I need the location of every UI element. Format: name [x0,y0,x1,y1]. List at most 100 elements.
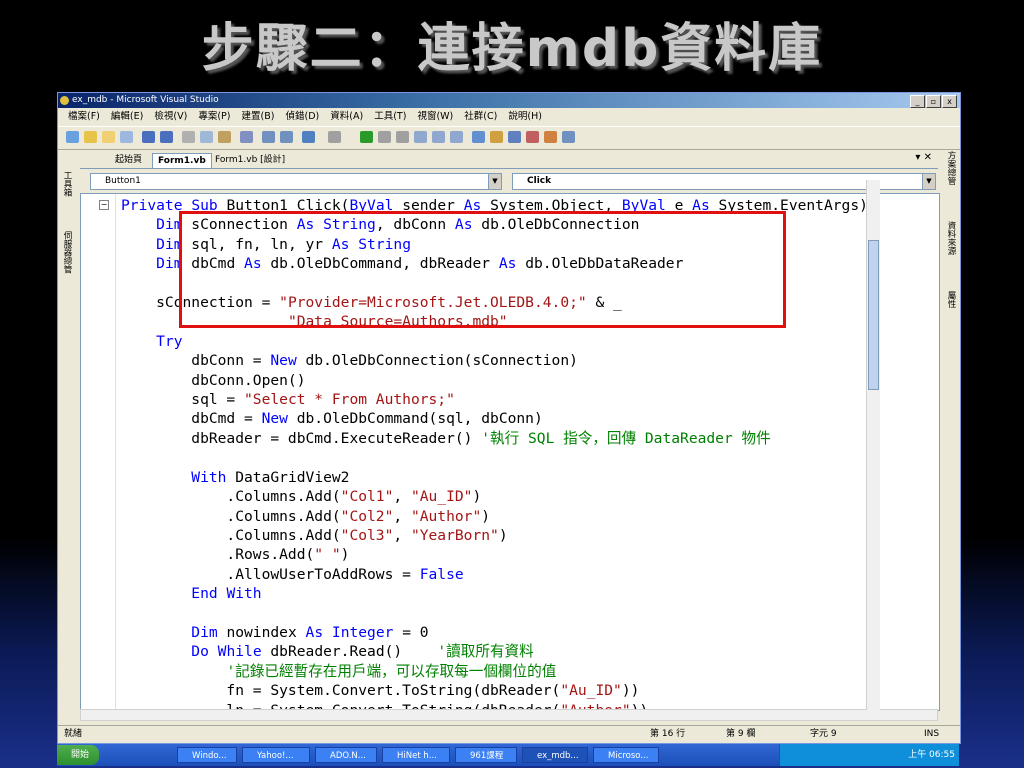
properties-icon[interactable] [490,131,503,143]
task-hinet[interactable]: HiNet h... [382,747,450,763]
visual-studio-icon [60,96,69,105]
open-folder-icon[interactable] [102,131,115,143]
command-window-icon[interactable] [562,131,575,143]
clock: 上午 06:55 [908,750,955,760]
code-line[interactable]: dbConn.Open() [121,372,305,389]
find-icon[interactable] [240,131,253,143]
save-all-icon[interactable] [160,131,173,143]
solution-explorer-tab[interactable]: 方案總管 [945,151,957,185]
visual-studio-window: ex_mdb - Microsoft Visual Studio _ ▫ x 檔… [57,92,961,744]
pause-icon[interactable] [378,131,391,143]
code-line[interactable]: dbCmd = New db.OleDbCommand(sql, dbConn) [121,410,542,427]
member-combos: Button1 ▼ Click ▼ [80,171,938,191]
status-ready: 就緒 [64,729,83,739]
start-button[interactable]: 開始 [57,745,99,765]
uncomment-icon[interactable] [280,131,293,143]
scroll-thumb[interactable] [868,240,879,390]
vertical-scrollbar[interactable] [866,180,880,710]
object-browser-icon[interactable] [508,131,521,143]
menu-file[interactable]: 檔案(F) [68,108,100,125]
tab-start-page[interactable]: 起始頁 [110,153,147,167]
code-line[interactable]: dbConn = New db.OleDbConnection(sConnect… [121,352,578,369]
code-line[interactable]: Do While dbReader.Read() '讀取所有資料 [121,643,533,660]
code-line[interactable]: With DataGridView2 [121,469,349,486]
status-mode: INS [924,729,940,739]
code-line[interactable]: fn = System.Convert.ToString(dbReader("A… [121,682,639,699]
step-over-icon[interactable] [432,131,445,143]
menu-tools[interactable]: 工具(T) [374,108,406,125]
code-line[interactable]: .Columns.Add("Col2", "Author") [121,508,490,525]
code-line[interactable]: Try [121,333,182,350]
server-explorer-tab[interactable]: 伺服器總管 [61,231,73,274]
cut-icon[interactable] [182,131,195,143]
collapse-icon[interactable]: − [99,200,109,210]
code-line[interactable]: .Columns.Add("Col1", "Au_ID") [121,488,481,505]
copy-icon[interactable] [200,131,213,143]
menu-project[interactable]: 專案(P) [198,108,230,125]
window-titlebar[interactable]: ex_mdb - Microsoft Visual Studio _ ▫ x [58,93,960,108]
redo-icon[interactable] [328,131,341,143]
solution-explorer-icon[interactable] [472,131,485,143]
code-line[interactable]: dbReader = dbCmd.ExecuteReader() '執行 SQL… [121,430,770,447]
task-yahoo[interactable]: Yahoo!... [242,747,310,763]
menu-window[interactable]: 視窗(W) [417,108,453,125]
taskbar: 開始 Windo... Yahoo!... ADO.N... HiNet h..… [57,744,959,766]
save-icon[interactable] [142,131,155,143]
minimize-button[interactable]: _ [910,95,925,108]
toolbox-icon[interactable] [526,131,539,143]
menu-view[interactable]: 檢視(V) [154,108,187,125]
step-into-icon[interactable] [414,131,427,143]
menu-bar: 檔案(F) 編輯(E) 檢視(V) 專案(P) 建置(B) 偵錯(D) 資料(A… [58,108,960,125]
data-sources-tab[interactable]: 資料來源 [945,221,957,255]
code-line[interactable]: End With [121,585,261,602]
tab-form1-code[interactable]: Form1.vb [152,153,212,168]
menu-edit[interactable]: 編輯(E) [111,108,143,125]
slide-title: 步驟二：連接mdb資料庫 [201,19,823,79]
step-out-icon[interactable] [450,131,463,143]
maximize-button[interactable]: ▫ [926,95,941,108]
code-line[interactable]: .AllowUserToAddRows = False [121,566,463,583]
code-line[interactable]: .Rows.Add(" ") [121,546,349,563]
chevron-down-icon[interactable]: ▼ [488,174,501,189]
status-bar: 就緒 第 16 行 第 9 欄 字元 9 INS [58,725,960,742]
start-page-icon[interactable] [544,131,557,143]
menu-build[interactable]: 建置(B) [242,108,275,125]
menu-data[interactable]: 資料(A) [330,108,363,125]
add-item-icon[interactable] [84,131,97,143]
event-combo-value: Click [527,176,552,186]
window-title: ex_mdb - Microsoft Visual Studio [72,95,219,105]
code-line[interactable]: '記錄已經暫存在用戶端，可以存取每一個欄位的值 [121,663,556,680]
add-icon[interactable] [120,131,133,143]
toolbox-tab[interactable]: 工具箱 [61,171,73,197]
tab-controls[interactable]: ▾ ✕ [915,152,932,163]
editor-gutter: − [81,194,116,710]
close-button[interactable]: x [942,95,957,108]
left-dock: 工具箱 伺服器總管 [58,151,76,711]
horizontal-scrollbar[interactable] [80,709,938,721]
right-dock: 方案總管 資料來源 屬性 [942,151,960,711]
undo-icon[interactable] [302,131,315,143]
menu-debug[interactable]: 偵錯(D) [285,108,319,125]
start-debug-icon[interactable] [360,131,373,143]
status-column: 第 9 欄 [726,729,756,739]
chevron-down-icon[interactable]: ▼ [922,174,935,189]
code-line[interactable]: .Columns.Add("Col3", "YearBorn") [121,527,507,544]
task-course[interactable]: 961課程 [455,747,517,763]
properties-tab[interactable]: 屬性 [945,291,957,308]
stop-icon[interactable] [396,131,409,143]
task-microsoft[interactable]: Microso... [593,747,659,763]
menu-help[interactable]: 說明(H) [508,108,542,125]
comment-icon[interactable] [262,131,275,143]
paste-icon[interactable] [218,131,231,143]
code-line[interactable]: Dim nowindex As Integer = 0 [121,624,428,641]
object-combo-value: Button1 [105,176,141,186]
object-combo[interactable]: Button1 ▼ [90,173,502,190]
task-window[interactable]: Windo... [177,747,237,763]
task-ado[interactable]: ADO.N... [315,747,377,763]
tab-form1-design[interactable]: Form1.vb [設計] [210,153,290,167]
new-project-icon[interactable] [66,131,79,143]
code-line[interactable]: sql = "Select * From Authors;" [121,391,455,408]
task-ex-mdb[interactable]: ex_mdb... [522,747,588,763]
menu-community[interactable]: 社群(C) [464,108,497,125]
status-char: 字元 9 [810,729,837,739]
